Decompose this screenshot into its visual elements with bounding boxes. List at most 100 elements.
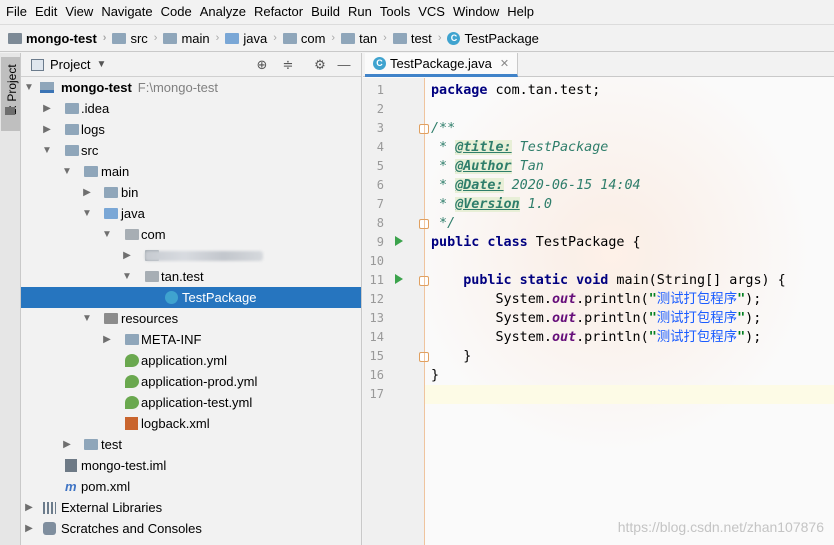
menu-code[interactable]: Code [157, 0, 196, 24]
tree-root-path: F:\mongo-test [137, 80, 218, 95]
chevron-right-icon[interactable]: ▶ [82, 182, 92, 203]
tree-item-logs[interactable]: ▶ logs [21, 119, 361, 140]
project-view-selector[interactable]: Project [50, 57, 90, 72]
chevron-right-icon: › [215, 32, 220, 44]
chevron-down-icon[interactable]: ▼ [42, 140, 52, 161]
menu-navigate[interactable]: Navigate [97, 0, 156, 24]
chevron-down-icon[interactable]: ▼ [62, 161, 72, 182]
tree-item-java[interactable]: ▼ java [21, 203, 361, 224]
xml-file-icon [125, 417, 138, 430]
menu-help[interactable]: Help [503, 0, 538, 24]
menu-vcs[interactable]: VCS [414, 0, 449, 24]
tree-item-test[interactable]: ▶ test [21, 434, 361, 455]
line-number: 12 [369, 292, 384, 306]
chevron-down-icon[interactable]: ▼ [82, 308, 92, 329]
project-tool-tab[interactable]: 1: Project [1, 57, 20, 131]
line-number: 5 [376, 159, 384, 173]
tree-item-redacted[interactable]: ▶ [21, 245, 361, 266]
menu-tools[interactable]: Tools [376, 0, 414, 24]
code-line: * @title: TestPackage [431, 140, 609, 155]
chevron-right-icon[interactable]: ▶ [42, 98, 52, 119]
tree-item-root[interactable]: ▼ mongo-test F:\mongo-test [21, 77, 361, 98]
tree-item-application-yml[interactable]: application.yml [21, 350, 361, 371]
tree-item-label: tan.test [161, 269, 204, 284]
spring-yml-icon [125, 396, 139, 409]
tree-item-meta-inf[interactable]: ▶ META-INF [21, 329, 361, 350]
close-icon[interactable]: ✕ [500, 57, 509, 70]
chevron-right-icon[interactable]: ▶ [122, 245, 132, 266]
tree-item-iml[interactable]: mongo-test.iml [21, 455, 361, 476]
chevron-right-icon[interactable]: ▶ [24, 497, 34, 518]
run-icon[interactable] [395, 274, 403, 284]
hide-icon[interactable]: ― [337, 58, 351, 72]
tree-item-label: resources [121, 311, 179, 326]
tree-item-label: pom.xml [81, 479, 131, 494]
code-area[interactable]: package com.tan.test; /** * @title: Test… [425, 78, 834, 545]
code-line: package com.tan.test; [431, 83, 601, 98]
chevron-right-icon[interactable]: ▶ [62, 434, 72, 455]
maven-icon: m [65, 479, 77, 494]
menu-analyze[interactable]: Analyze [196, 0, 250, 24]
tree-item-label: Scratches and Consoles [61, 521, 202, 536]
tree-item-application-test-yml[interactable]: application-test.yml [21, 392, 361, 413]
menu-edit[interactable]: Edit [31, 0, 61, 24]
breadcrumb-com[interactable]: com › [282, 24, 341, 52]
chevron-right-icon: › [102, 32, 107, 44]
chevron-right-icon: › [153, 32, 158, 44]
chevron-right-icon[interactable]: ▶ [102, 329, 112, 350]
tree-item-logback-xml[interactable]: logback.xml [21, 413, 361, 434]
breadcrumb-test[interactable]: test › [392, 24, 448, 52]
chevron-down-icon[interactable]: ▼ [122, 266, 132, 287]
chevron-down-icon[interactable]: ▼ [24, 77, 34, 98]
tree-item-pom[interactable]: m pom.xml [21, 476, 361, 497]
menu-build[interactable]: Build [307, 0, 344, 24]
breadcrumb: mongo-test › src › main › java › com › tan › t… [0, 24, 834, 52]
tree-item-external-libraries[interactable]: ▶ External Libraries [21, 497, 361, 518]
tree-item-main[interactable]: ▼ main [21, 161, 361, 182]
code-editor: C TestPackage.java ✕ 1 2 3 4 5 6 7 8 9 1… [363, 53, 834, 545]
run-icon[interactable] [395, 236, 403, 246]
tree-item-application-prod-yml[interactable]: application-prod.yml [21, 371, 361, 392]
tree-item-idea[interactable]: ▶ .idea [21, 98, 361, 119]
tree-item-tan-test[interactable]: ▼ tan.test [21, 266, 361, 287]
tree-item-label: .idea [81, 101, 110, 116]
breadcrumb-file[interactable]: C TestPackage [447, 24, 539, 52]
line-number: 1 [376, 83, 384, 97]
menu-view[interactable]: View [61, 0, 97, 24]
class-icon: C [447, 31, 461, 45]
breadcrumb-main[interactable]: main › [163, 24, 225, 52]
menu-file[interactable]: File [2, 0, 31, 24]
menu-window[interactable]: Window [449, 0, 503, 24]
chevron-down-icon[interactable]: ▼ [96, 59, 106, 70]
breadcrumb-project[interactable]: mongo-test › [8, 24, 112, 52]
line-number: 10 [369, 254, 384, 268]
collapse-all-icon[interactable]: ≑ [281, 58, 295, 72]
menu-refactor[interactable]: Refactor [250, 0, 307, 24]
tree-item-bin[interactable]: ▶ bin [21, 182, 361, 203]
chevron-right-icon[interactable]: ▶ [24, 518, 34, 539]
tree-item-src[interactable]: ▼ src [21, 140, 361, 161]
gear-icon[interactable]: ⚙ [313, 58, 327, 72]
folder-icon [163, 32, 178, 44]
chevron-down-icon[interactable]: ▼ [82, 203, 92, 224]
tree-item-com[interactable]: ▼ com [21, 224, 361, 245]
tree-item-resources[interactable]: ▼ resources [21, 308, 361, 329]
chevron-right-icon[interactable]: ▶ [42, 119, 52, 140]
chevron-right-icon: › [383, 32, 387, 44]
source-folder-icon [104, 208, 118, 219]
tree-item-label: test [101, 437, 122, 452]
resources-folder-icon [104, 313, 118, 324]
package-icon [282, 32, 297, 44]
breadcrumb-tan[interactable]: tan › [341, 24, 393, 52]
breadcrumb-src[interactable]: src › [112, 24, 163, 52]
package-icon [125, 229, 139, 240]
tree-item-scratches[interactable]: ▶ Scratches and Consoles [21, 518, 361, 539]
folder-icon [125, 334, 139, 345]
locate-icon[interactable]: ⊕ [255, 58, 269, 72]
chevron-down-icon[interactable]: ▼ [102, 224, 112, 245]
tab-test-package-java[interactable]: C TestPackage.java ✕ [365, 53, 519, 77]
tree-item-test-package[interactable]: TestPackage [21, 287, 361, 308]
breadcrumb-java[interactable]: java › [225, 24, 283, 52]
folder-icon [65, 124, 79, 135]
menu-run[interactable]: Run [344, 0, 376, 24]
